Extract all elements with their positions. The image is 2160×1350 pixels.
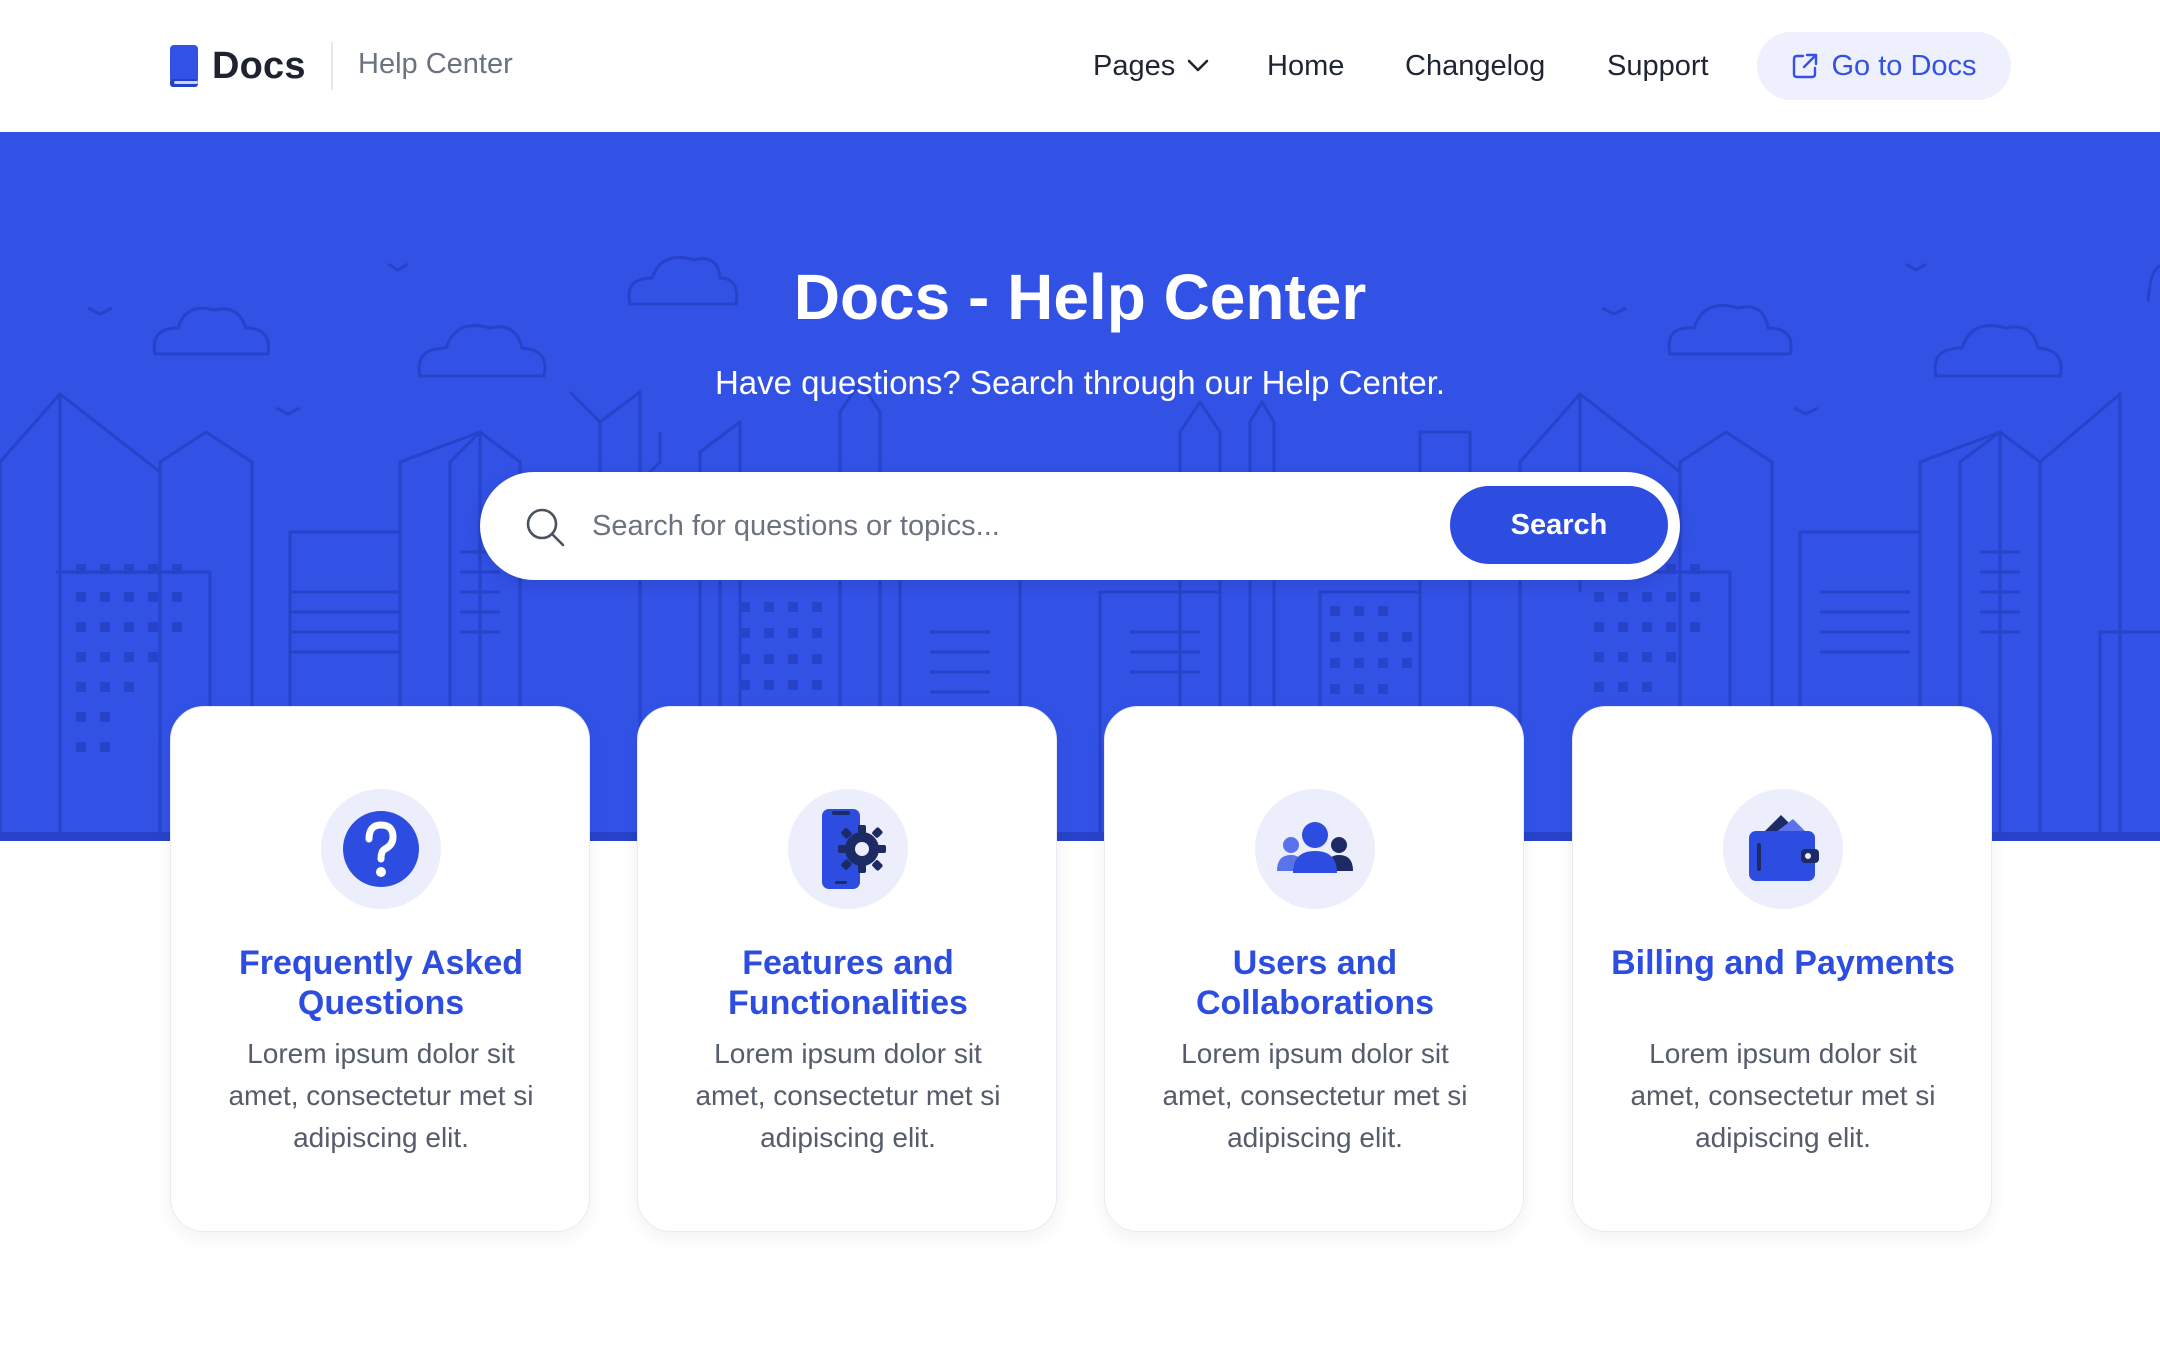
nav-changelog-link[interactable]: Changelog (1405, 44, 1545, 88)
category-card-faq[interactable]: Frequently Asked Questions Lorem ipsum d… (170, 706, 590, 1232)
go-to-docs-label: Go to Docs (1831, 49, 1977, 82)
card-description: Lorem ipsum dolor sit amet, consectetur … (1630, 1038, 1936, 1153)
brand-divider (331, 42, 333, 90)
search-bar: Search (480, 472, 1680, 580)
nav-home-link[interactable]: Home (1267, 44, 1344, 88)
external-link-icon (1793, 53, 1818, 79)
card-icon-badge (1723, 789, 1843, 909)
card-description: Lorem ipsum dolor sit amet, consectetur … (1162, 1038, 1468, 1153)
chevron-down-icon (1187, 59, 1209, 72)
nav-pages-label: Pages (1093, 49, 1176, 82)
page-title: Docs - Help Center (793, 261, 1367, 333)
search-icon (526, 508, 565, 547)
top-navigation: Docs Help Center Pages Home Changelog Su… (0, 0, 2160, 132)
phone-gear-icon (822, 809, 886, 889)
category-card-users[interactable]: Users and Collaborations Lorem ipsum dol… (1104, 706, 1524, 1232)
page-subtitle: Have questions? Search through our Help … (714, 364, 1446, 401)
card-description: Lorem ipsum dolor sit amet, consectetur … (228, 1038, 534, 1153)
nav-support-link[interactable]: Support (1607, 44, 1709, 88)
card-title: Users and Collaborations (1195, 944, 1435, 1022)
book-icon (170, 45, 198, 87)
search-button[interactable]: Search (1450, 486, 1668, 564)
nav-pages-dropdown[interactable]: Pages (1093, 44, 1209, 88)
brand-name: Docs (212, 44, 306, 87)
wallet-icon (1749, 815, 1819, 881)
card-title: Billing and Payments (1611, 944, 1955, 982)
card-icon-badge (788, 789, 908, 909)
card-icon-badge (321, 789, 441, 909)
card-title: Features and Functionalities (728, 944, 968, 1022)
question-circle-icon (343, 811, 419, 887)
brand-subtitle: Help Center (358, 48, 513, 80)
users-group-icon (1277, 822, 1353, 873)
brand-logo-link[interactable]: Docs (166, 40, 306, 92)
go-to-docs-button[interactable]: Go to Docs (1757, 32, 2011, 100)
category-card-billing[interactable]: Billing and Payments Lorem ipsum dolor s… (1572, 706, 1992, 1232)
card-title: Frequently Asked Questions (238, 944, 524, 1022)
card-description: Lorem ipsum dolor sit amet, consectetur … (695, 1038, 1001, 1153)
card-icon-badge (1255, 789, 1375, 909)
category-card-features[interactable]: Features and Functionalities Lorem ipsum… (637, 706, 1057, 1232)
search-input[interactable] (590, 494, 1410, 558)
